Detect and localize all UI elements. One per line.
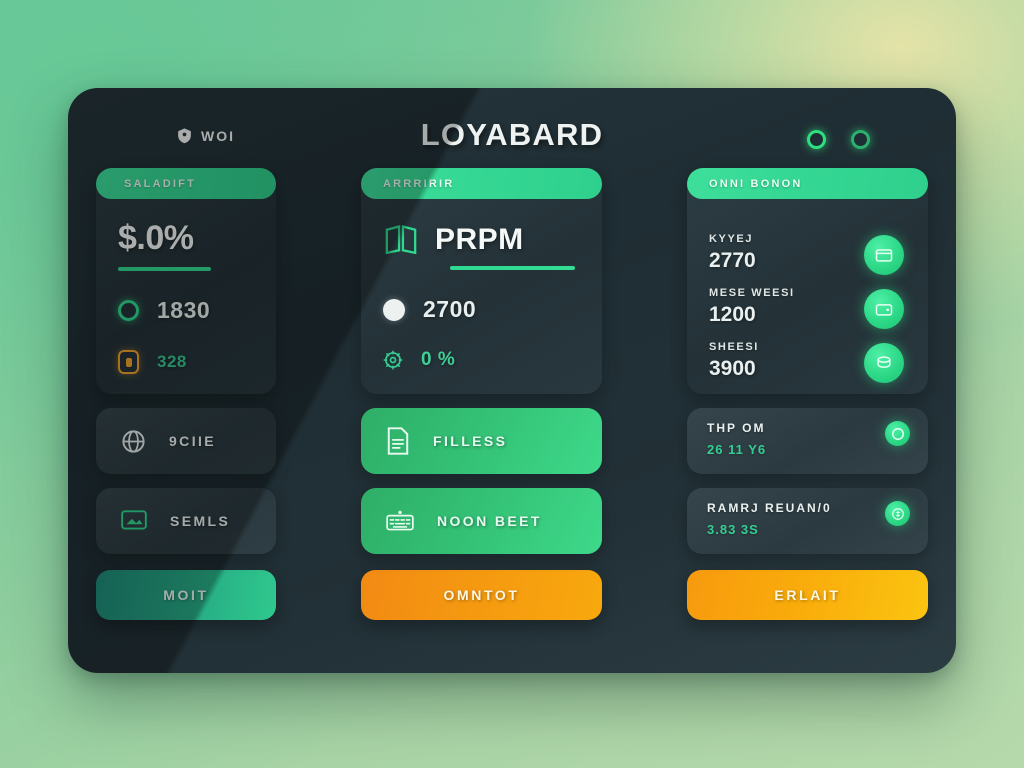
metric-value-ring: 1830 <box>157 297 211 323</box>
dashboard-screen: WOI LOYABARD SALADIFT $.0% 1830 328 ARRR… <box>68 88 956 673</box>
metric-value-tag: 328 <box>157 352 187 371</box>
stat-row-kyyej: KYYEJ 2770 <box>709 233 906 275</box>
circle-filled-icon <box>383 298 405 321</box>
top-bar: WOI LOYABARD <box>96 110 928 168</box>
card-saladift-body: $.0% 1830 328 <box>96 199 276 374</box>
metric-row-tag: 328 <box>118 350 254 374</box>
button-row: MOIT OMNTOT ERLAIT <box>96 570 928 620</box>
stat-row-mese-weesi: MESE WEESI 1200 <box>709 287 906 329</box>
tile-filless[interactable]: FILLESS <box>361 408 602 474</box>
metric-row-circle: 2700 <box>383 296 580 323</box>
info-tile-ramrj-reuan[interactable]: RAMRJ REUAN/0 3.83 3S <box>687 488 928 554</box>
tile-noon-beet[interactable]: NOON BEET <box>361 488 602 554</box>
gear-icon <box>383 350 403 370</box>
metric-row-gear: 0 % <box>383 349 580 371</box>
value-underline <box>118 267 211 271</box>
value-underline <box>450 266 575 270</box>
wallet-icon[interactable] <box>864 289 904 329</box>
card-arrririr-value: PRPM <box>435 223 524 256</box>
card-arrririr-body: PRPM 2700 0 % <box>361 199 602 371</box>
tile-label: FILLESS <box>433 433 508 449</box>
tile-row-2: SEMLS NOON BEET RAMRJ REUAN/0 3.83 3S <box>96 488 928 554</box>
card-arrririr[interactable]: ARRRIRIR PRPM 2700 0 % <box>361 168 602 394</box>
coin-icon[interactable] <box>885 501 910 526</box>
primary-row: PRPM <box>383 219 580 257</box>
metric-value-circle: 2700 <box>423 296 477 322</box>
badge-glyph-icon <box>891 427 904 440</box>
coins-glyph-icon <box>877 356 891 368</box>
tile-label: NOON BEET <box>437 513 542 529</box>
metric-value-gear: 0 % <box>421 349 456 370</box>
info-tile-thp-om[interactable]: THP OM 26 11 Y6 <box>687 408 928 474</box>
coins-icon[interactable] <box>864 343 904 383</box>
card-onni-bonon[interactable]: ONNI BONON KYYEJ 2770 MESE WEESI 1200 SH… <box>687 168 928 394</box>
card-saladift-value: $.0% <box>118 219 194 257</box>
stat-row-sheesi: SHEESI 3900 <box>709 341 906 383</box>
keyboard-icon <box>386 510 414 531</box>
tile-row-1: 9CIIE FILLESS THP OM 26 11 Y6 <box>96 408 928 474</box>
top-bar-icons <box>807 130 870 149</box>
card-icon[interactable] <box>864 235 904 275</box>
wallet-glyph-icon <box>875 304 893 316</box>
tile-semls[interactable]: SEMLS <box>96 488 276 554</box>
status-ring-icon-2[interactable] <box>851 130 870 149</box>
card-glyph-icon <box>875 249 893 262</box>
moit-button[interactable]: MOIT <box>96 570 276 620</box>
card-onni-bonon-header: ONNI BONON <box>687 168 928 199</box>
tile-label: 9CIIE <box>169 433 217 449</box>
badge-icon[interactable] <box>885 421 910 446</box>
page-title: LOYABARD <box>420 117 604 152</box>
card-saladift-header: SALADIFT <box>96 168 276 199</box>
device-frame: WOI LOYABARD SALADIFT $.0% 1830 328 ARRR… <box>68 88 956 673</box>
erlait-button[interactable]: ERLAIT <box>687 570 928 620</box>
status-ring-icon-1[interactable] <box>807 130 826 149</box>
document-icon <box>387 427 409 455</box>
globe-icon <box>122 429 145 453</box>
tile-label: SEMLS <box>170 513 231 529</box>
omntot-button[interactable]: OMNTOT <box>361 570 602 620</box>
metric-card-row: SALADIFT $.0% 1830 328 ARRRIRIR PRPM 270… <box>96 168 928 394</box>
ring-icon <box>118 300 139 321</box>
tag-icon <box>118 350 139 374</box>
monitor-icon <box>121 510 147 530</box>
book-icon <box>385 224 417 255</box>
tile-9ciie[interactable]: 9CIIE <box>96 408 276 474</box>
card-arrririr-header: ARRRIRIR <box>361 168 602 199</box>
metric-row-ring: 1830 <box>118 297 254 324</box>
coin-glyph-icon <box>891 507 904 520</box>
card-onni-bonon-body: KYYEJ 2770 MESE WEESI 1200 SHEESI 3900 <box>687 199 928 383</box>
card-saladift[interactable]: SALADIFT $.0% 1830 328 <box>96 168 276 394</box>
